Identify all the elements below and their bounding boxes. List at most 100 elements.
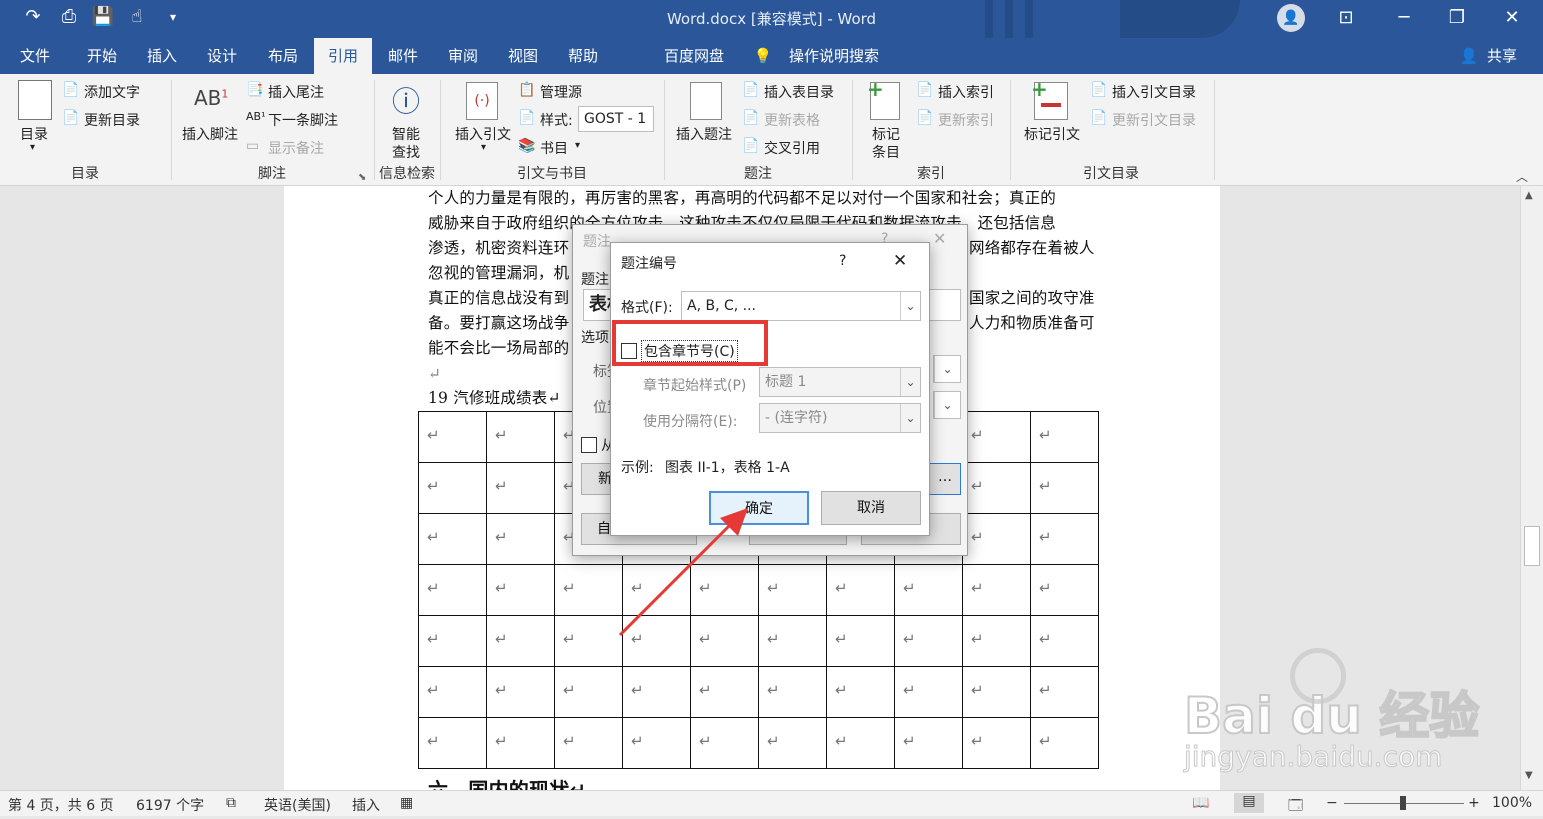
next-footnote-button[interactable]: 下一条脚注 xyxy=(268,110,338,130)
share-button[interactable]: 共享 xyxy=(1482,38,1522,74)
table-cell[interactable]: ↵ xyxy=(486,513,555,565)
table-cell[interactable]: ↵ xyxy=(418,411,487,463)
table-cell[interactable]: ↵ xyxy=(622,717,691,769)
table-cell[interactable]: ↵ xyxy=(486,717,555,769)
insert-footnote-button[interactable]: 插入脚注 xyxy=(182,124,238,144)
numbering-close-icon[interactable]: ✕ xyxy=(893,251,907,271)
smart-lookup-button-line1[interactable]: 智能 xyxy=(392,124,420,144)
read-mode-icon[interactable]: 📖 xyxy=(1192,795,1209,811)
numbering-help-icon[interactable]: ? xyxy=(839,253,846,269)
table-cell[interactable]: ↵ xyxy=(486,411,555,463)
table-cell[interactable]: ↵ xyxy=(554,717,623,769)
tab-insert[interactable]: 插入 xyxy=(134,38,190,74)
user-avatar[interactable]: 👤 xyxy=(1277,4,1305,32)
manage-sources-button[interactable]: 管理源 xyxy=(540,82,582,102)
page-count[interactable]: 第 4 页，共 6 页 xyxy=(8,795,114,815)
table-cell[interactable]: ↵ xyxy=(1030,411,1099,463)
scroll-down-icon[interactable]: ▼ xyxy=(1525,770,1533,781)
insert-index-button[interactable]: 插入索引 xyxy=(938,82,994,102)
table-cell[interactable]: ↵ xyxy=(486,564,555,616)
table-cell[interactable]: ↵ xyxy=(554,666,623,718)
label-select[interactable]: ⌄ xyxy=(933,355,961,383)
toc-button[interactable]: 目录 xyxy=(20,124,48,144)
zoom-level[interactable]: 100% xyxy=(1492,795,1532,811)
insert-mode-status[interactable]: 插入 xyxy=(352,795,380,815)
table-cell[interactable]: ↵ xyxy=(826,564,895,616)
ribbon-display-icon[interactable]: ⊡ xyxy=(1326,4,1366,32)
tab-home[interactable]: 开始 xyxy=(72,38,132,74)
tab-references[interactable]: 引用 xyxy=(314,38,372,74)
bibliography-dropdown-icon[interactable]: ▾ xyxy=(575,140,580,151)
table-cell[interactable]: ↵ xyxy=(418,564,487,616)
table-cell[interactable]: ↵ xyxy=(486,462,555,514)
table-cell[interactable]: ↵ xyxy=(962,717,1031,769)
tab-help[interactable]: 帮助 xyxy=(554,38,612,74)
table-cell[interactable]: ↵ xyxy=(894,666,963,718)
numbering-button[interactable]: … xyxy=(929,463,961,495)
table-cell[interactable]: ↵ xyxy=(894,717,963,769)
mark-citation-button[interactable]: 标记引文 xyxy=(1024,124,1080,144)
table-cell[interactable]: ↵ xyxy=(1030,666,1099,718)
vertical-scrollbar[interactable]: ▲ ▼ xyxy=(1520,186,1543,790)
tab-layout[interactable]: 布局 xyxy=(254,38,312,74)
table-cell[interactable]: ↵ xyxy=(1030,615,1099,667)
table-cell[interactable]: ↵ xyxy=(826,615,895,667)
zoom-out-icon[interactable]: − xyxy=(1326,795,1338,811)
language-status[interactable]: 英语(美国) xyxy=(264,795,331,815)
format-select[interactable]: A, B, C, ... ⌄ xyxy=(681,291,921,321)
table-cell[interactable]: ↵ xyxy=(894,564,963,616)
minimize-button[interactable]: ─ xyxy=(1384,4,1424,32)
tab-view[interactable]: 视图 xyxy=(494,38,552,74)
exclude-label-checkbox[interactable] xyxy=(581,437,597,453)
table-cell[interactable]: ↵ xyxy=(418,615,487,667)
scroll-thumb[interactable] xyxy=(1524,526,1540,566)
mark-entry-button-line1[interactable]: 标记 xyxy=(872,124,900,144)
word-count[interactable]: 6197 个字 xyxy=(136,795,204,815)
insert-caption-button[interactable]: 插入题注 xyxy=(676,124,732,144)
insert-citation-button[interactable]: 插入引文 xyxy=(455,124,511,144)
table-cell[interactable]: ↵ xyxy=(1030,717,1099,769)
table-cell[interactable]: ↵ xyxy=(962,462,1031,514)
zoom-in-icon[interactable]: + xyxy=(1468,795,1480,811)
scroll-up-icon[interactable]: ▲ xyxy=(1525,190,1533,201)
insert-endnote-button[interactable]: 插入尾注 xyxy=(268,82,324,102)
table-cell[interactable]: ↵ xyxy=(962,666,1031,718)
cross-reference-button[interactable]: 交叉引用 xyxy=(764,138,820,158)
table-cell[interactable]: ↵ xyxy=(962,564,1031,616)
update-toc-button[interactable]: 更新目录 xyxy=(84,110,140,130)
tell-me-search[interactable]: 操作说明搜索 xyxy=(778,38,890,74)
table-cell[interactable]: ↵ xyxy=(758,666,827,718)
table-cell[interactable]: ↵ xyxy=(962,513,1031,565)
table-cell[interactable]: ↵ xyxy=(758,717,827,769)
table-cell[interactable]: ↵ xyxy=(826,666,895,718)
toc-dropdown-icon[interactable]: ▾ xyxy=(30,142,35,153)
table-cell[interactable]: ↵ xyxy=(1030,564,1099,616)
web-layout-icon[interactable]: 🗔 xyxy=(1288,795,1303,819)
position-select[interactable]: ⌄ xyxy=(933,391,961,419)
table-cell[interactable]: ↵ xyxy=(690,717,759,769)
table-cell[interactable]: ↵ xyxy=(962,411,1031,463)
table-cell[interactable]: ↵ xyxy=(418,513,487,565)
numbering-cancel-button[interactable]: 取消 xyxy=(821,491,921,525)
table-cell[interactable]: ↵ xyxy=(486,615,555,667)
close-button[interactable]: ✕ xyxy=(1492,4,1532,32)
restore-button[interactable]: ❐ xyxy=(1437,4,1477,32)
proofing-icon[interactable]: ⧉ xyxy=(226,795,236,811)
table-cell[interactable]: ↵ xyxy=(1030,462,1099,514)
table-cell[interactable]: ↵ xyxy=(826,717,895,769)
insert-toa-button[interactable]: 插入引文目录 xyxy=(1112,82,1196,102)
table-cell[interactable]: ↵ xyxy=(894,615,963,667)
caption-close-icon[interactable]: ✕ xyxy=(933,229,946,248)
print-layout-icon[interactable]: ▤ xyxy=(1234,793,1264,813)
footnote-dialog-launcher-icon[interactable]: ⬊ xyxy=(358,172,366,183)
mark-entry-button-line2[interactable]: 条目 xyxy=(872,142,900,162)
collapse-ribbon-icon[interactable]: ︿ xyxy=(1516,168,1528,185)
table-cell[interactable]: ↵ xyxy=(486,666,555,718)
tab-review[interactable]: 审阅 xyxy=(434,38,492,74)
tab-baidu-netdisk[interactable]: 百度网盘 xyxy=(650,38,738,74)
add-text-button[interactable]: 添加文字 xyxy=(84,82,140,102)
smart-lookup-button-line2[interactable]: 查找 xyxy=(392,142,420,162)
table-cell[interactable]: ↵ xyxy=(690,666,759,718)
table-cell[interactable]: ↵ xyxy=(622,666,691,718)
citation-dropdown-icon[interactable]: ▾ xyxy=(481,142,486,153)
